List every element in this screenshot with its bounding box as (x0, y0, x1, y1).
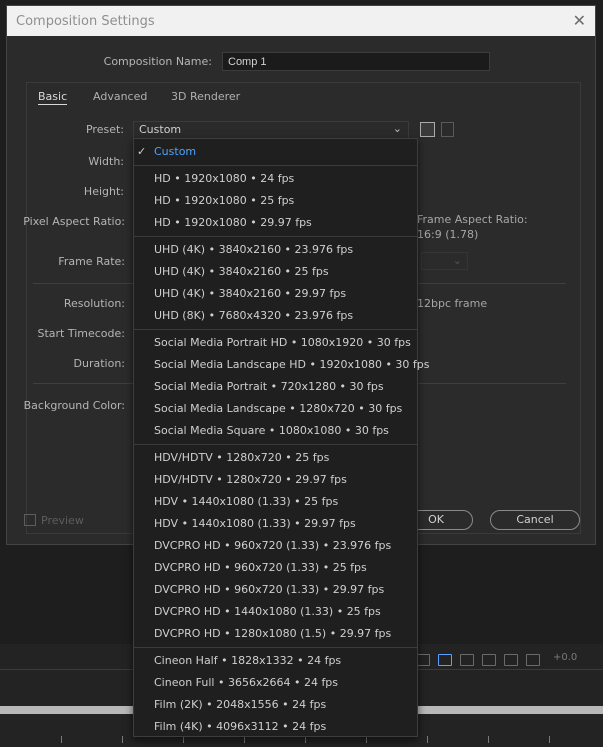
menu-item[interactable]: Cineon Half • 1828x1332 • 24 fps (154, 651, 341, 671)
guides-icon[interactable] (460, 654, 474, 666)
tab-advanced[interactable]: Advanced (93, 90, 147, 103)
menu-item[interactable]: Film (2K) • 2048x1556 • 24 fps (154, 695, 326, 715)
channel-icon[interactable] (504, 654, 518, 666)
preview-label: Preview (41, 514, 84, 527)
menu-item[interactable]: Custom (154, 142, 196, 162)
mask-icon[interactable] (482, 654, 496, 666)
menu-item[interactable]: HDV • 1440x1080 (1.33) • 25 fps (154, 492, 338, 512)
menu-item[interactable]: Social Media Square • 1080x1080 • 30 fps (154, 421, 389, 441)
resolution-info: 12bpc frame (417, 297, 488, 310)
timeline-ruler (0, 736, 603, 747)
frame-aspect-value: 16:9 (1.78) (417, 228, 479, 241)
app-window: +0.0 Composition Settings ✕ Composition … (0, 0, 603, 747)
start-timecode-label: Start Timecode: (37, 327, 125, 340)
menu-item[interactable]: Film (4K) • 4096x3112 • 24 fps (154, 717, 326, 737)
preset-label: Preset: (85, 123, 124, 136)
preset-dropdown-menu: ✓ Custom HD • 1920x1080 • 24 fps HD • 1920x… (133, 138, 430, 737)
dialog-titlebar: Composition Settings ✕ (7, 6, 595, 36)
menu-item[interactable]: DVCPRO HD • 1440x1080 (1.33) • 25 fps (154, 602, 381, 622)
menu-separator (134, 165, 417, 166)
menu-item[interactable]: DVCPRO HD • 960x720 (1.33) • 29.97 fps (154, 580, 384, 600)
preset-value: Custom (139, 123, 182, 136)
chevron-down-icon: ⌄ (392, 122, 402, 135)
frame-rate-label: Frame Rate: (58, 255, 125, 268)
menu-item[interactable]: HDV/HDTV • 1280x720 • 29.97 fps (154, 470, 347, 490)
drop-frame-select[interactable]: ⌄ (421, 252, 468, 270)
preview-checkbox[interactable]: Preview (24, 514, 84, 527)
color-icon[interactable] (526, 654, 540, 666)
menu-separator (134, 444, 417, 445)
menu-item[interactable]: DVCPRO HD • 960x720 (1.33) • 25 fps (154, 558, 367, 578)
preset-select[interactable]: Custom ⌄ (133, 121, 409, 139)
tab-basic[interactable]: Basic (38, 90, 68, 105)
menu-item[interactable]: UHD (4K) • 3840x2160 • 29.97 fps (154, 284, 346, 304)
trash-icon[interactable] (441, 122, 454, 137)
menu-item[interactable]: HD • 1920x1080 • 29.97 fps (154, 213, 312, 233)
menu-item[interactable]: HD • 1920x1080 • 25 fps (154, 191, 294, 211)
resolution-label: Resolution: (63, 297, 125, 310)
duration-label: Duration: (73, 357, 125, 370)
menu-item[interactable]: UHD (8K) • 7680x4320 • 23.976 fps (154, 306, 353, 326)
menu-item[interactable]: Cineon Full • 3656x2664 • 24 fps (154, 673, 338, 693)
save-preset-icon[interactable] (420, 122, 435, 137)
menu-item[interactable]: Social Media Landscape HD • 1920x1080 • … (154, 355, 430, 375)
frame-aspect-label: Frame Aspect Ratio: (417, 213, 528, 226)
menu-item[interactable]: HDV/HDTV • 1280x720 • 25 fps (154, 448, 329, 468)
width-label: Width: (88, 155, 124, 168)
menu-item[interactable]: UHD (4K) • 3840x2160 • 25 fps (154, 262, 329, 282)
menu-item[interactable]: DVCPRO HD • 960x720 (1.33) • 23.976 fps (154, 536, 391, 556)
background-color-label: Background Color: (23, 399, 125, 412)
exposure-readout: +0.0 (553, 652, 578, 663)
region-icon[interactable] (416, 654, 430, 666)
checkbox-icon (24, 514, 36, 526)
menu-item[interactable]: Social Media Portrait • 720x1280 • 30 fp… (154, 377, 384, 397)
composition-name-input[interactable] (222, 52, 490, 71)
menu-separator (134, 236, 417, 237)
menu-item[interactable]: HDV • 1440x1080 (1.33) • 29.97 fps (154, 514, 356, 534)
menu-item[interactable]: UHD (4K) • 3840x2160 • 23.976 fps (154, 240, 353, 260)
tab-3d-renderer[interactable]: 3D Renderer (171, 90, 240, 103)
menu-item[interactable]: HD • 1920x1080 • 24 fps (154, 169, 294, 189)
close-icon[interactable]: ✕ (573, 11, 586, 30)
menu-separator (134, 647, 417, 648)
grid-icon[interactable] (438, 654, 452, 666)
checkmark-icon: ✓ (137, 145, 147, 158)
timeline-toolbar (416, 651, 540, 669)
menu-separator (134, 329, 417, 330)
menu-item[interactable]: Social Media Landscape • 1280x720 • 30 f… (154, 399, 402, 419)
dialog-title: Composition Settings (16, 14, 155, 29)
height-label: Height: (83, 185, 124, 198)
cancel-button[interactable]: Cancel (490, 510, 580, 530)
menu-item[interactable]: DVCPRO HD • 1280x1080 (1.5) • 29.97 fps (154, 624, 391, 644)
menu-item[interactable]: Social Media Portrait HD • 1080x1920 • 3… (154, 333, 411, 353)
pixel-aspect-label: Pixel Aspect Ratio: (23, 215, 125, 228)
composition-name-label: Composition Name: (103, 55, 212, 68)
